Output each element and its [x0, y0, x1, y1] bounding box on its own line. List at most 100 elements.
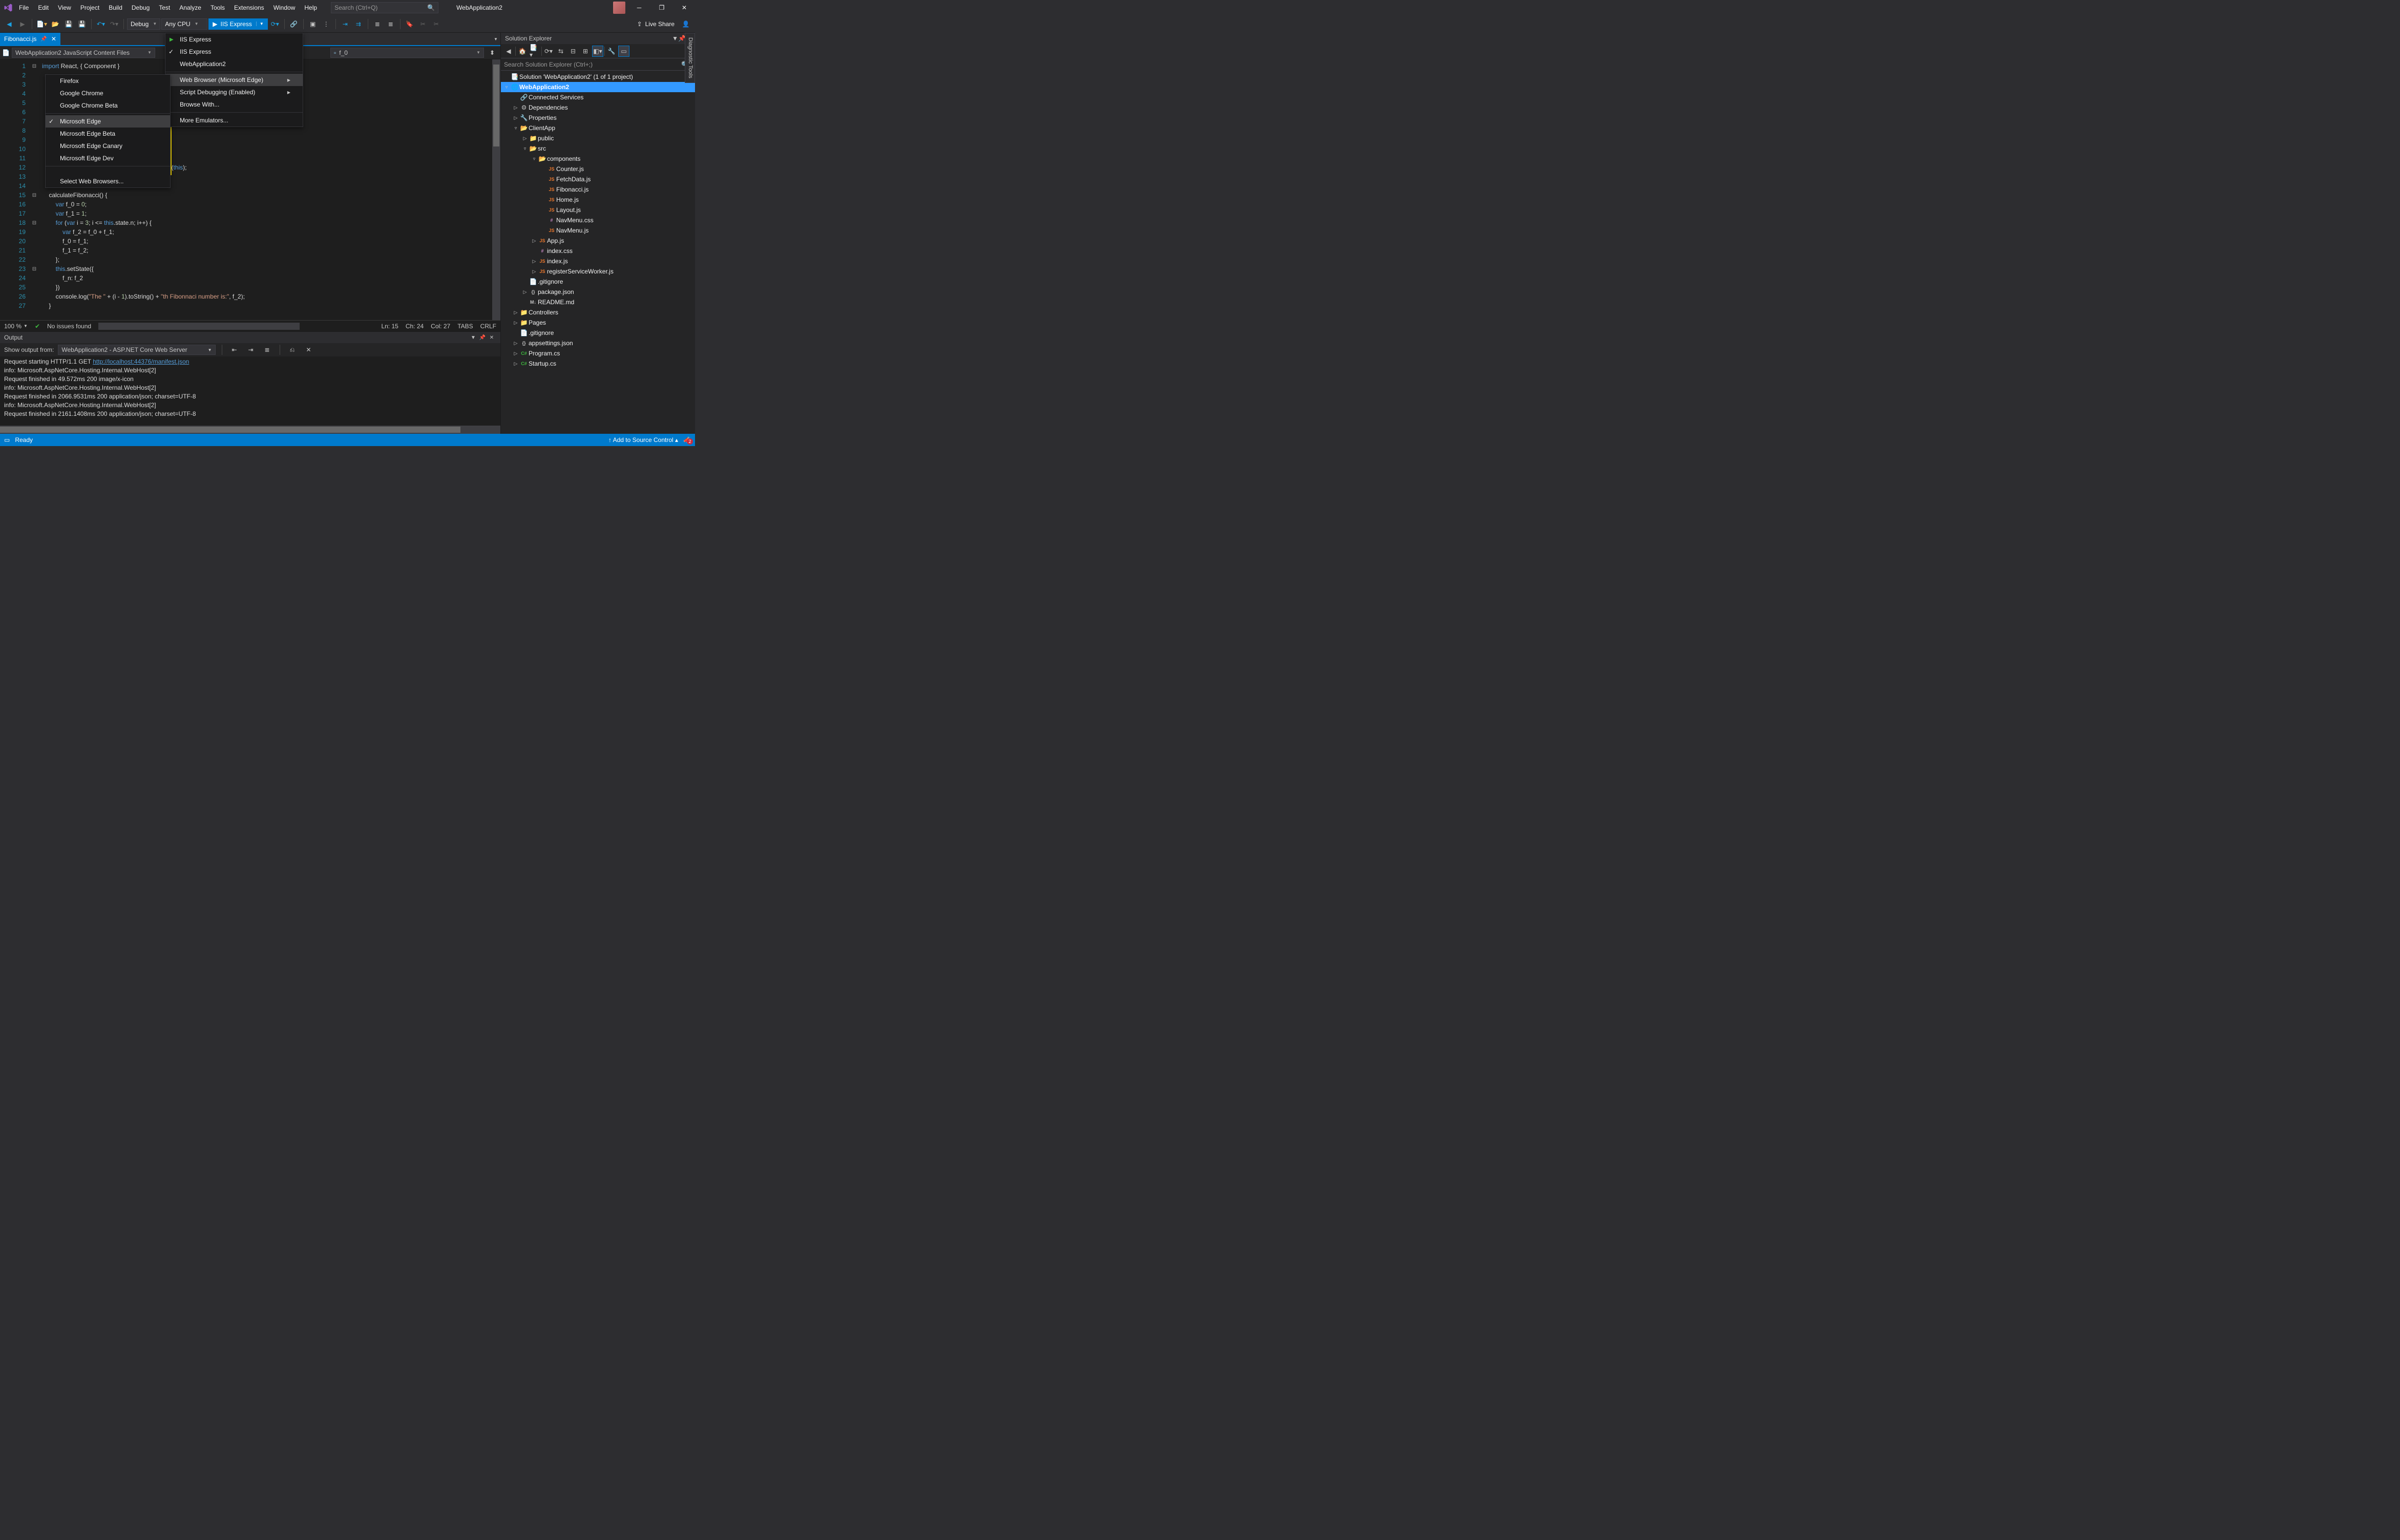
output-text[interactable]: Request starting HTTP/1.1 GET http://loc… [0, 356, 500, 426]
tree-item[interactable]: ▷JSindex.js [501, 256, 695, 266]
notifications-button[interactable]: 📣2 [683, 436, 691, 444]
output-tb-1[interactable]: ⇤ [228, 344, 241, 356]
vertical-scrollbar[interactable] [492, 59, 500, 320]
se-properties-button[interactable]: 🔧 [606, 46, 617, 57]
save-all-button[interactable]: 💾 [76, 18, 88, 30]
se-home-button[interactable]: 🏠 [517, 46, 528, 57]
tree-item[interactable]: JSCounter.js [501, 164, 695, 174]
se-preview-button[interactable]: ▭ [618, 46, 629, 57]
tree-item[interactable]: JSFibonacci.js [501, 184, 695, 195]
se-sync-button[interactable]: 📑▾ [529, 46, 540, 57]
menu-file[interactable]: File [14, 0, 33, 15]
tb-icon-4[interactable]: ≣ [385, 18, 397, 30]
tree-item[interactable]: ▷JSregisterServiceWorker.js [501, 266, 695, 277]
se-view-button[interactable]: ◧▾ [592, 46, 603, 57]
feedback-button[interactable]: 👤 [680, 18, 692, 30]
se-refresh-button[interactable]: ⟳▾ [543, 46, 554, 57]
tree-item[interactable]: #NavMenu.css [501, 215, 695, 225]
config-combo[interactable]: Debug▼ [127, 18, 160, 30]
tb-icon-5[interactable]: ✂ [417, 18, 429, 30]
dropdown-item[interactable]: Web Browser (Microsoft Edge)▶ [165, 74, 303, 86]
output-hscrollbar[interactable] [0, 426, 500, 434]
user-avatar[interactable] [613, 2, 625, 14]
se-collapse-button[interactable]: ⊟ [567, 46, 579, 57]
dropdown-item[interactable]: ▶IIS Express [165, 33, 303, 46]
tree-item[interactable]: ▷📁Controllers [501, 307, 695, 318]
tree-item[interactable]: ▷📁Pages [501, 318, 695, 328]
web-browser-submenu[interactable]: FirefoxGoogle ChromeGoogle Chrome Beta✓M… [45, 74, 171, 188]
run-dropdown-caret[interactable]: ▼ [256, 22, 264, 26]
menu-project[interactable]: Project [76, 0, 104, 15]
se-back-button[interactable]: ◀ [503, 46, 514, 57]
menu-edit[interactable]: Edit [33, 0, 53, 15]
new-project-button[interactable]: 📄▾ [35, 18, 48, 30]
zoom-combo[interactable]: 100 %▼ [4, 323, 28, 330]
se-showall-button[interactable]: ⊞ [580, 46, 591, 57]
browser-link-button[interactable]: 🔗 [288, 18, 300, 30]
dropdown-item[interactable]: WebApplication2 [165, 58, 303, 70]
tb-icon-2[interactable]: ⋮ [320, 18, 332, 30]
tree-item[interactable]: 📄.gitignore [501, 328, 695, 338]
dropdown-item[interactable]: Script Debugging (Enabled)▶ [165, 86, 303, 98]
menu-debug[interactable]: Debug [127, 0, 154, 15]
maximize-button[interactable]: ❐ [653, 2, 670, 14]
dropdown-item[interactable]: ✓IIS Express [165, 46, 303, 58]
nav-forward-button[interactable]: ▶ [16, 18, 29, 30]
solution-tree[interactable]: 📑Solution 'WebApplication2' (1 of 1 proj… [501, 71, 695, 434]
tree-item[interactable]: ▷C#Startup.cs [501, 358, 695, 369]
open-button[interactable]: 📂 [49, 18, 61, 30]
dropdown-item[interactable]: Microsoft Edge Canary [46, 140, 170, 152]
step-into-button[interactable]: ⇥ [339, 18, 351, 30]
pane-dropdown[interactable]: ▼ [469, 335, 478, 341]
close-tab-icon[interactable]: ✕ [51, 35, 56, 43]
tree-item[interactable]: JSNavMenu.js [501, 225, 695, 236]
refresh-button[interactable]: ⟳▾ [269, 18, 281, 30]
se-dropdown[interactable]: ▼ [672, 35, 678, 42]
tb-icon-6[interactable]: ✂ [430, 18, 443, 30]
output-source-combo[interactable]: WebApplication2 - ASP.NET Core Web Serve… [58, 345, 215, 355]
tab-dropdown[interactable]: ▼ [491, 33, 500, 45]
tree-item[interactable]: ▷C#Program.cs [501, 348, 695, 358]
run-target-dropdown[interactable]: ▶IIS Express✓IIS ExpressWebApplication2 W… [165, 33, 303, 127]
output-tb-3[interactable]: ≣ [261, 344, 273, 356]
tree-item[interactable]: ▿📂ClientApp [501, 123, 695, 133]
tree-item[interactable]: JSLayout.js [501, 205, 695, 215]
menu-help[interactable]: Help [300, 0, 322, 15]
solution-explorer-search[interactable]: Search Solution Explorer (Ctrl+;) 🔍▾ [501, 58, 695, 71]
dropdown-item[interactable]: Google Chrome [46, 87, 170, 99]
split-button[interactable]: ⬍ [486, 47, 498, 59]
minimize-button[interactable]: ─ [630, 2, 648, 14]
dropdown-item[interactable]: Google Chrome Beta [46, 99, 170, 112]
dropdown-item[interactable]: Browse With... [165, 98, 303, 111]
step-over-button[interactable]: ⇉ [352, 18, 365, 30]
tree-item[interactable]: M↓README.md [501, 297, 695, 307]
tree-item[interactable]: ▿🌐WebApplication2 [501, 82, 695, 92]
scope-combo[interactable]: WebApplication2 JavaScript Content Files… [12, 48, 155, 58]
tree-item[interactable]: ▿📂components [501, 154, 695, 164]
platform-combo[interactable]: Any CPU▼ [161, 18, 207, 30]
dropdown-item[interactable]: More Emulators... [165, 114, 303, 126]
tree-item[interactable]: ▷📁public [501, 133, 695, 143]
member-combo[interactable]: ▫ f_0▼ [330, 48, 484, 58]
bookmark-button[interactable]: 🔖 [404, 18, 416, 30]
output-tb-2[interactable]: ⇥ [245, 344, 257, 356]
horizontal-scrollbar[interactable] [98, 323, 300, 330]
tree-item[interactable]: 📑Solution 'WebApplication2' (1 of 1 proj… [501, 72, 695, 82]
quick-search-input[interactable]: Search (Ctrl+Q) 🔍 [331, 2, 438, 13]
dropdown-item[interactable]: Firefox [46, 75, 170, 87]
dropdown-item[interactable]: Select Web Browsers... [46, 175, 170, 187]
menu-analyze[interactable]: Analyze [175, 0, 206, 15]
dropdown-item[interactable]: Microsoft Edge Dev [46, 152, 170, 164]
tree-item[interactable]: 🔗Connected Services [501, 92, 695, 102]
tree-item[interactable]: 📄.gitignore [501, 277, 695, 287]
menu-tools[interactable]: Tools [206, 0, 229, 15]
run-button[interactable]: ▶ IIS Express ▼ [208, 18, 268, 30]
tree-item[interactable]: ▿📂src [501, 143, 695, 154]
tree-item[interactable]: JSFetchData.js [501, 174, 695, 184]
menu-extensions[interactable]: Extensions [229, 0, 269, 15]
pin-icon[interactable]: 📌 [40, 36, 47, 42]
redo-button[interactable]: ↷▾ [108, 18, 120, 30]
menu-test[interactable]: Test [154, 0, 175, 15]
menu-window[interactable]: Window [269, 0, 300, 15]
output-tb-4[interactable]: ⎌ [286, 344, 299, 356]
